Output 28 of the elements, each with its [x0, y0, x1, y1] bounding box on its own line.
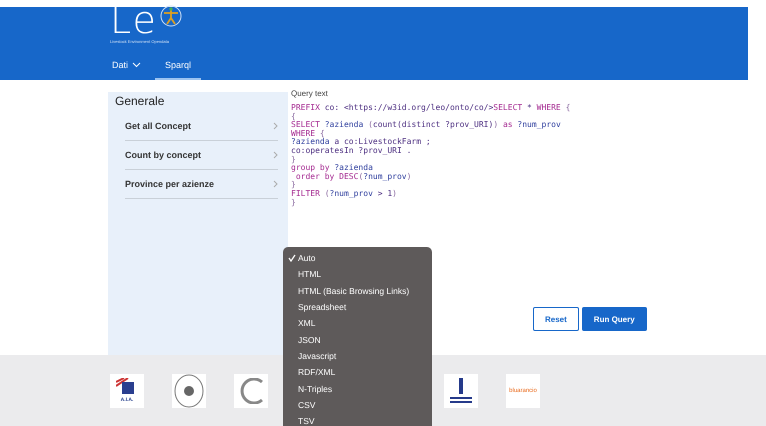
sidebar-item[interactable]: Province per azienze	[125, 170, 278, 199]
format-option[interactable]: HTML	[283, 266, 432, 283]
human-figure-icon	[160, 5, 182, 27]
format-option[interactable]: XML	[283, 315, 432, 332]
format-option[interactable]: Javascript	[283, 348, 432, 364]
partner-logo[interactable]	[172, 374, 206, 408]
partner-logo[interactable]	[444, 374, 478, 408]
format-option[interactable]: CSV	[283, 396, 432, 413]
sidebar-item[interactable]: Count by concept	[125, 141, 278, 170]
format-option[interactable]: Spreadsheet	[283, 298, 432, 316]
chevron-right-icon	[273, 180, 278, 188]
format-option[interactable]: TSV	[283, 412, 432, 426]
format-option[interactable]: N-Triples	[283, 380, 432, 397]
format-option[interactable]: JSON	[283, 331, 432, 348]
query-label: Query text	[291, 89, 329, 98]
chevron-right-icon	[273, 122, 278, 130]
format-option[interactable]: Auto	[283, 250, 432, 266]
sidebar-item[interactable]: Get all Concept	[125, 112, 278, 141]
nav-tab[interactable]: Dati	[110, 60, 144, 80]
run-query-button[interactable]: Run Query	[582, 307, 647, 331]
format-option[interactable]: HTML (Basic Browsing Links)	[283, 282, 432, 299]
nav-tab[interactable]: Sparql	[155, 60, 202, 80]
logo-text: Le	[110, 1, 158, 39]
chevron-right-icon	[273, 151, 278, 159]
query-editor[interactable]: PREFIX co: <https://w3id.org/leo/onto/co/>SELECT * WHERE { { SELECT ?azienda (count(distinct ?prov_URI)) as ?num_prov WHERE { ?azienda a co:LivestockFarm ; co:operatesIn ?prov_URI . } group by ?azienda order by DESC(?num_prov) } FILTER (?num_prov > 1) }	[291, 104, 631, 214]
format-option[interactable]: RDF/XML	[283, 364, 432, 380]
reset-button[interactable]: Reset	[533, 307, 579, 331]
sidebar-title: Generale	[115, 94, 166, 108]
